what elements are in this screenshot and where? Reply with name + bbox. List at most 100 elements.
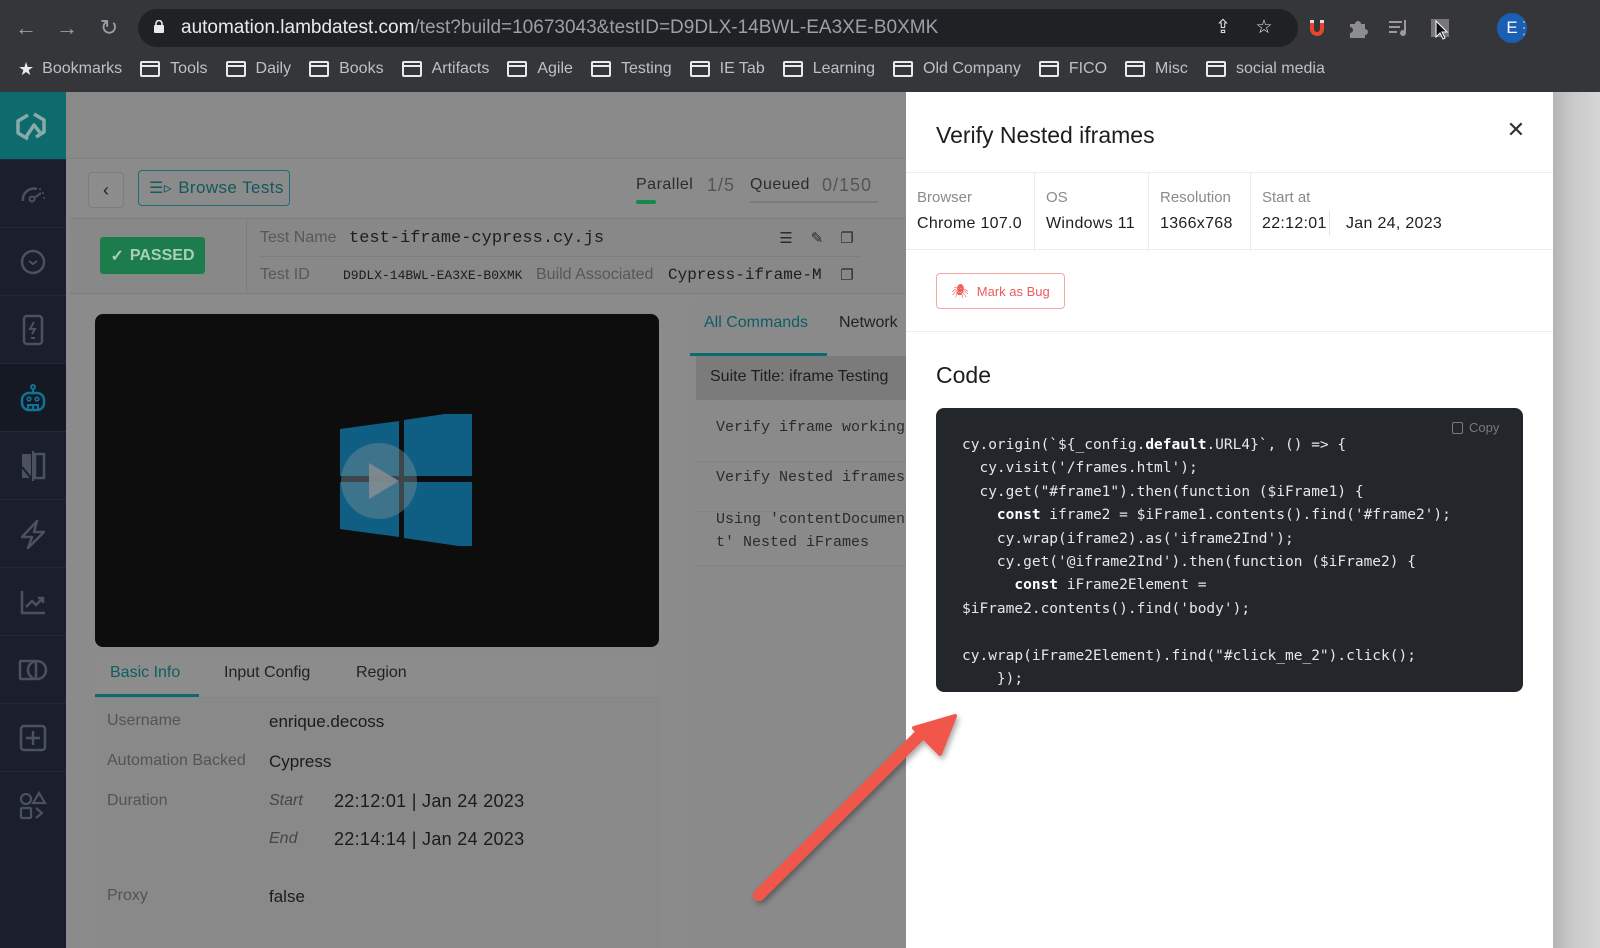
sidebar-item-automation[interactable] [0,363,66,431]
copy-icon[interactable]: ❐ [837,266,857,286]
list-play-icon: ☰▹ [149,180,173,197]
end-value: 22:14:14 | Jan 24 2023 [334,829,525,849]
commands-panel: All Commands Network Suite Title: iframe… [690,298,906,948]
forward-arrow-icon[interactable]: → [53,14,81,42]
sidebar-item-analytics[interactable] [0,159,66,227]
meta-browser: Browser Chrome 107.0 [906,173,1035,251]
edit-pencil-icon[interactable]: ✎ [807,229,827,249]
command-row[interactable]: Using 'contentDocument' Nested iFrames [696,508,906,566]
list-play-icon[interactable]: ☰ [776,229,796,249]
bookmark-folder[interactable]: Testing [590,60,672,78]
queued-value: 0/150 [822,175,873,195]
basic-info-panel: Username enrique.decoss Automation Backe… [95,698,659,948]
sidebar [0,92,66,948]
media-queue-icon[interactable] [1386,15,1412,41]
queued-label: Queued [750,176,810,193]
browser-menu-icon[interactable]: ⋮ [1510,14,1538,42]
mark-as-bug-button[interactable]: 🕷 Mark as Bug [936,273,1065,309]
share-icon[interactable]: ⇪ [1212,17,1234,39]
sidebar-extension-icon[interactable] [1428,15,1454,41]
meta-value: Chrome 107.0 [917,215,1022,232]
tab-all-commands[interactable]: All Commands [704,314,808,332]
drawer-title: Verify Nested iframes [936,122,1155,148]
bookmark-folder-label: Daily [255,60,292,77]
visual-compare-icon [18,659,48,680]
folder-icon [893,61,913,77]
meta-start-at: Start at 22:12:01 Jan 24, 2023 [1251,173,1553,251]
mark-as-bug-label: Mark as Bug [976,283,1050,299]
command-row[interactable]: Verify iframe working [696,416,906,462]
video-player[interactable] [95,314,659,647]
robot-icon [20,383,46,411]
copy-icon[interactable]: ❐ [837,229,857,249]
address-bar[interactable]: automation.lambdatest.com/test?build=106… [138,9,1298,47]
back-button[interactable]: ‹ [88,172,124,208]
folder-icon [1205,61,1226,77]
suite-title: Suite Title: iframe Testing [696,356,906,400]
parallel-value: 1/5 [707,175,736,195]
status-text: PASSED [129,246,195,264]
lambdatest-logo[interactable] [0,92,66,159]
sidebar-item-visual-ui[interactable] [0,635,66,703]
proxy-label: Proxy [107,887,148,904]
bookmark-folder[interactable]: Books [309,60,384,78]
sidebar-item-insights[interactable] [0,567,66,635]
sidebar-item-app-automation[interactable] [0,295,66,363]
bookmark-folder[interactable]: IE Tab [689,60,765,78]
tab-network[interactable]: Network [839,314,898,332]
logo-icon [16,112,46,141]
extensions-puzzle-icon[interactable] [1345,15,1371,41]
username-label: Username [107,712,181,729]
bookmarks-bar: ★ Bookmarks Tools Daily Books Artifacts A… [0,56,1560,82]
sidebar-item-realtime[interactable] [0,227,66,295]
magnet-extension-icon[interactable] [1304,15,1330,41]
bookmarks-label: Bookmarks [42,60,123,77]
divider [1329,211,1330,235]
bookmark-star-icon[interactable]: ☆ [1253,17,1275,39]
sidebar-item-hyperexecute[interactable] [0,499,66,567]
bookmark-folder[interactable]: Artifacts [401,60,489,78]
tab-basic-info[interactable]: Basic Info [110,664,180,682]
tab-input-config[interactable]: Input Config [224,664,310,682]
bookmark-folder-label: social media [1235,60,1325,77]
bookmark-folder-label: IE Tab [719,60,765,77]
window-edge-scrollbar[interactable] [1553,92,1600,948]
browse-tests-button[interactable]: ☰▹ Browse Tests [138,170,290,206]
folder-icon [590,61,611,77]
play-button[interactable] [341,443,417,519]
build-associated-value: Cypress-iframe-M [668,266,822,284]
meta-value: 1366x768 [1160,215,1233,232]
tab-region[interactable]: Region [356,664,407,682]
speedometer-icon [21,186,45,202]
reload-icon[interactable]: ↻ [95,14,123,42]
sidebar-item-smart-ui[interactable] [0,431,66,499]
command-row[interactable]: Verify Nested iframes [696,466,906,512]
bookmark-folder[interactable]: Tools [140,60,208,78]
browse-tests-label: Browse Tests [178,178,284,197]
sidebar-item-integrations[interactable] [0,771,66,839]
trend-chart-icon [20,590,45,614]
bookmark-folder[interactable]: Misc [1125,60,1188,78]
proxy-value: false [269,887,305,906]
bookmark-folder[interactable]: Daily [225,60,292,78]
bookmark-folder[interactable]: FICO [1038,60,1107,78]
bookmark-folder-label: Learning [812,60,875,77]
meta-value: Windows 11 [1046,215,1135,232]
back-arrow-icon[interactable]: ← [12,14,40,42]
close-icon[interactable]: ✕ [1504,118,1528,142]
bookmark-folder-label: Books [339,60,384,77]
bookmarks-button[interactable]: ★ Bookmarks [18,59,122,80]
bookmark-folder-label: Old Company [923,60,1021,77]
bookmark-folder-label: Testing [620,60,672,77]
url-text: automation.lambdatest.com/test?build=106… [181,17,939,38]
bookmark-folder[interactable]: Old Company [893,60,1021,78]
sidebar-item-add[interactable] [0,703,66,771]
bookmark-folder-label: Misc [1155,60,1188,77]
bookmark-folder[interactable]: Agile [507,60,573,78]
copy-button[interactable]: Copy [1452,420,1499,435]
parallel-label: Parallel [636,176,694,193]
star-icon: ★ [18,58,35,79]
bookmark-folder[interactable]: Learning [782,60,875,78]
check-icon: ✓ [110,247,124,265]
bookmark-folder[interactable]: social media [1205,60,1325,78]
